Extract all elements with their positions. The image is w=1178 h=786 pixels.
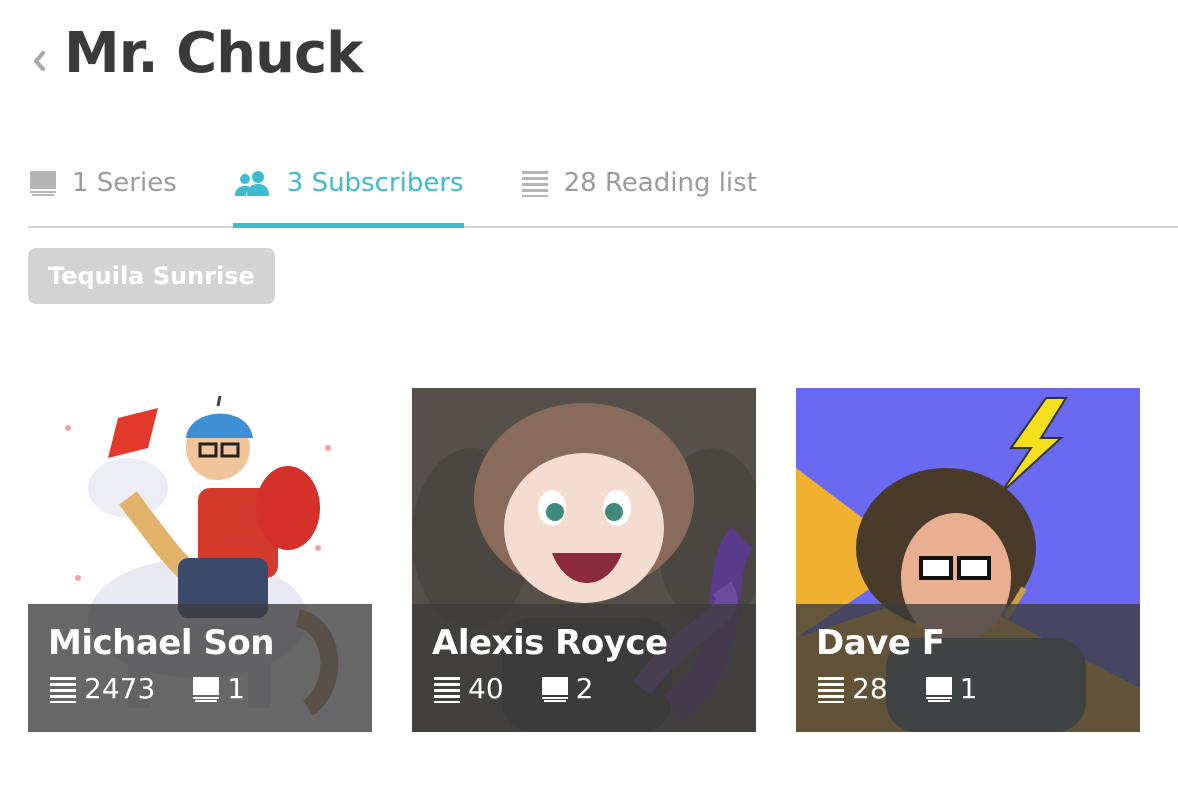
profile-tabs: 1 Series 3 Subscribers 28 Reading list xyxy=(28,150,1178,228)
tab-reading-list[interactable]: 28 Reading list xyxy=(520,150,757,216)
series-count: 2 xyxy=(540,672,594,705)
monitor-icon xyxy=(540,674,570,704)
tab-subscribers[interactable]: 3 Subscribers xyxy=(232,150,464,228)
subscriber-card[interactable]: Dave F 28 1 xyxy=(796,388,1140,732)
list-icon xyxy=(816,674,846,704)
users-icon xyxy=(233,168,273,198)
series-count-value: 1 xyxy=(959,672,978,705)
monitor-icon xyxy=(28,168,58,198)
subscriber-name: Alexis Royce xyxy=(432,623,668,663)
series-count: 1 xyxy=(191,674,245,704)
series-count: 1 xyxy=(924,672,978,705)
reading-count: 2473 xyxy=(48,674,155,704)
list-icon xyxy=(48,674,78,704)
chevron-left-icon xyxy=(34,51,45,71)
subscriber-info: Alexis Royce 40 2 xyxy=(412,604,756,732)
back-button[interactable] xyxy=(28,46,50,76)
monitor-icon xyxy=(191,674,221,704)
list-icon xyxy=(520,168,550,198)
reading-count-value: 40 xyxy=(468,672,504,705)
list-icon xyxy=(432,674,462,704)
series-count-value: 1 xyxy=(227,672,246,705)
reading-count: 28 xyxy=(816,674,888,704)
subscriber-name: Michael Son xyxy=(48,623,274,663)
subscriber-card[interactable]: Michael Son 2473 1 xyxy=(28,388,372,732)
monitor-icon xyxy=(924,674,954,704)
page: Mr. Chuck 1 Series 3 Subscribers 28 Read… xyxy=(0,0,1178,786)
reading-count-value: 28 xyxy=(852,672,888,705)
series-count-value: 2 xyxy=(575,672,594,705)
page-title: Mr. Chuck xyxy=(64,21,363,86)
series-filter-tag[interactable]: Tequila Sunrise xyxy=(28,248,275,304)
subscriber-info: Dave F 28 1 xyxy=(796,604,1140,732)
subscriber-info: Michael Son 2473 1 xyxy=(28,604,372,732)
subscriber-name: Dave F xyxy=(816,623,945,663)
tab-series-label: 1 Series xyxy=(72,168,177,198)
subscriber-stats: 40 2 xyxy=(432,674,736,704)
header: Mr. Chuck xyxy=(28,14,363,94)
tab-subscribers-label: 3 Subscribers xyxy=(286,168,464,198)
tab-reading-list-label: 28 Reading list xyxy=(563,168,757,198)
reading-count: 40 xyxy=(432,674,504,704)
subscriber-stats: 28 1 xyxy=(816,674,1120,704)
reading-count-value: 2473 xyxy=(84,672,156,705)
subscriber-stats: 2473 1 xyxy=(48,674,352,704)
subscriber-card[interactable]: Alexis Royce 40 2 xyxy=(412,388,756,732)
subscriber-grid: Michael Son 2473 1 Alexis Royce 40 2 Dav… xyxy=(28,388,1140,732)
tab-series[interactable]: 1 Series xyxy=(28,150,177,216)
